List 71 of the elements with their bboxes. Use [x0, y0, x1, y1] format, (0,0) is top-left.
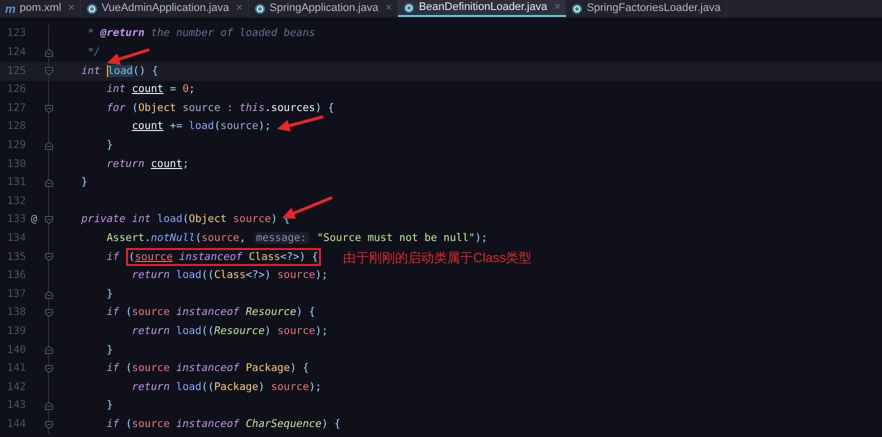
class-icon — [402, 2, 415, 14]
override-marker[interactable]: @ — [30, 212, 38, 228]
code-line: count += load(source); — [130, 119, 271, 134]
code-line: for (Object source : this.sources) { — [106, 100, 334, 116]
line-number: 125 — [6, 64, 27, 79]
line-number: 134 — [6, 230, 27, 246]
tab-label: SpringApplication.java — [270, 1, 378, 16]
fold-icon[interactable] — [44, 402, 52, 410]
tab-label: pom.xml — [20, 1, 62, 16]
class-icon — [254, 2, 266, 14]
editor-tab[interactable]: SpringApplication.java × — [248, 0, 398, 17]
tab-label: BeanDefinitionLoader.java — [418, 0, 548, 16]
fold-icon[interactable] — [44, 346, 52, 354]
tab-label: SpringFactoriesLoader.java — [586, 1, 721, 16]
line-number: 123 — [6, 26, 27, 42]
code-line: return load((Package) source); — [130, 380, 322, 395]
fold-icon[interactable] — [44, 364, 52, 373]
code-line: return count; — [106, 156, 189, 172]
class-icon — [570, 2, 583, 14]
fold-icon[interactable] — [44, 216, 52, 224]
code-line: int count = 0; — [106, 82, 196, 98]
line-number: 126 — [6, 82, 27, 98]
code-line: * @return the number of loaded beans — [86, 26, 316, 42]
line-number: 135 — [6, 250, 27, 265]
code-line: if (source instanceof CharSequence) { — [106, 416, 341, 432]
editor-tab[interactable]: SpringFactoriesLoader.java — [566, 0, 727, 17]
fold-icon[interactable] — [44, 104, 52, 113]
line-number: 136 — [6, 268, 27, 284]
fold-icon[interactable] — [44, 179, 52, 188]
editor-tab[interactable]: VueAdminApplication.java × — [80, 0, 249, 17]
code-line: } — [106, 398, 113, 414]
code-line: int load() { — [80, 64, 158, 79]
code-line: } — [106, 342, 113, 358]
line-number: 137 — [6, 286, 27, 302]
fold-icon[interactable] — [44, 253, 52, 262]
line-number: 142 — [6, 380, 27, 395]
tab-label: VueAdminApplication.java — [102, 1, 230, 16]
fold-icon[interactable] — [44, 48, 52, 57]
line-number: 144 — [6, 416, 27, 432]
code-line: if (source instanceof Resource) { — [106, 305, 316, 320]
maven-icon: m — [5, 2, 16, 14]
line-number: 138 — [6, 305, 27, 320]
fold-icon[interactable] — [44, 309, 52, 318]
line-number: 131 — [6, 175, 27, 190]
line-number: 127 — [6, 100, 27, 116]
line-number: 133 — [6, 212, 27, 228]
fold-icon[interactable] — [44, 67, 52, 76]
editor-tab[interactable]: BeanDefinitionLoader.java × — [398, 0, 566, 17]
fold-icon[interactable] — [44, 420, 52, 429]
line-number: 130 — [6, 156, 27, 172]
code-line: } — [106, 286, 113, 302]
line-number: 139 — [6, 324, 27, 339]
line-number: 124 — [6, 45, 27, 60]
line-number: 140 — [6, 342, 27, 358]
annotation-text: 由于刚刚的启动类属于Class类型 — [343, 248, 532, 267]
code-line: } — [106, 138, 113, 153]
code-line: Assert.notNull(source, message: "Source must not be null"); — [106, 230, 488, 246]
code-line: return load((Resource) source); — [130, 324, 328, 339]
code-line: return load((Class<?>) source); — [130, 268, 328, 284]
line-number: 141 — [6, 361, 27, 376]
code-line: if (source instanceof Package) { — [106, 361, 309, 376]
fold-icon[interactable] — [44, 290, 52, 299]
editor-tab[interactable]: m pom.xml × — [0, 0, 81, 17]
line-number: 128 — [6, 119, 27, 134]
class-icon — [86, 2, 98, 14]
code-line: */ — [86, 45, 100, 60]
line-number: 132 — [6, 194, 27, 209]
code-line: } — [80, 175, 88, 190]
line-number: 129 — [6, 138, 27, 153]
line-number: 143 — [6, 398, 27, 414]
fold-icon[interactable] — [44, 142, 52, 150]
